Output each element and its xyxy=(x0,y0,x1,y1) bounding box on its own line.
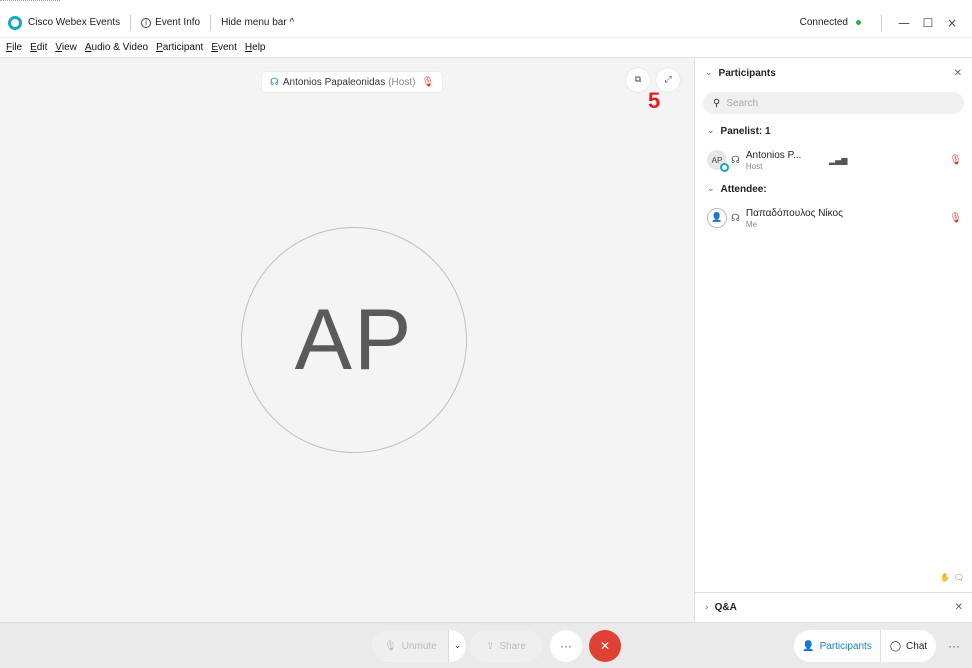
chevron-right-icon: › xyxy=(705,602,709,613)
avatar: 👤 xyxy=(707,208,727,228)
maximize-button[interactable]: ☐ xyxy=(916,16,940,30)
minimize-button[interactable]: — xyxy=(892,16,916,30)
menu-help[interactable]: Help xyxy=(245,42,266,53)
participants-panel: ⌄ Participants ✕ ⚲ ⌄ Panelist: 1 AP ☊ An… xyxy=(694,58,972,622)
pop-out-icon: ⤢ xyxy=(664,75,672,85)
chat-bubble-icon: ◯ xyxy=(889,640,902,652)
app-title: Cisco Webex Events xyxy=(28,17,121,28)
group-attendees[interactable]: ⌄ Attendee: xyxy=(695,178,972,200)
info-icon: i xyxy=(141,17,152,28)
share-button[interactable]: ⇪ Share xyxy=(470,630,542,662)
participants-label: Participants xyxy=(819,640,872,652)
group-panelists[interactable]: ⌄ Panelist: 1 xyxy=(695,120,972,142)
chevron-down-icon: ⌄ xyxy=(707,126,715,136)
title-bar: Cisco Webex Events i Event Info Hide men… xyxy=(0,8,972,38)
more-icon: ··· xyxy=(560,639,572,653)
hide-menu-bar-button[interactable]: Hide menu bar ^ xyxy=(221,17,294,28)
share-label: Share xyxy=(499,640,527,652)
headset-icon: ☊ xyxy=(270,76,279,88)
menu-bar: File Edit View Audio & Video Participant… xyxy=(0,38,972,58)
video-stage: ☊ Antonios Papaleonidas (Host) 🎙 ⧉ ⤢ AP xyxy=(0,58,694,622)
qa-title: Q&A xyxy=(714,602,737,613)
close-icon: ✕ xyxy=(599,639,611,653)
menu-view[interactable]: View xyxy=(55,42,77,53)
raise-hand-icon[interactable]: ✋ xyxy=(938,570,952,584)
qa-section-header[interactable]: › Q&A ✕ xyxy=(695,592,972,622)
panel-title: Participants xyxy=(718,67,776,79)
menu-file[interactable]: File xyxy=(6,42,22,53)
participant-role: Host xyxy=(745,161,763,171)
leave-meeting-button[interactable]: ✕ xyxy=(589,630,621,662)
more-options-button[interactable]: ··· xyxy=(550,630,582,662)
person-icon: 👤 xyxy=(711,213,723,223)
menu-audio-video[interactable]: Audio & Video xyxy=(85,42,148,53)
layout-button[interactable]: ⧉ xyxy=(626,68,650,92)
microphone-icon: 🎙 xyxy=(384,640,397,652)
close-panel-button[interactable]: ✕ xyxy=(954,68,962,79)
share-icon: ⇪ xyxy=(485,640,495,652)
connection-status: Connected xyxy=(799,17,848,28)
participant-name: Παπαδόπουλος Νίκος xyxy=(745,207,843,219)
participant-role: Me xyxy=(745,219,758,229)
muted-mic-icon: 🎙 xyxy=(421,76,435,88)
person-icon: 👤 xyxy=(802,640,815,652)
annotation-5: 5 xyxy=(648,88,661,113)
meeting-controls-bar: 🎙 Unmute ⌄ ⇪ Share ··· ✕ 👤 Participants … xyxy=(0,622,972,668)
unmute-button[interactable]: 🎙 Unmute ⌄ xyxy=(372,630,466,662)
chevron-down-icon: ⌄ xyxy=(705,68,713,78)
muted-mic-icon: 🎙 xyxy=(949,155,962,166)
menu-participant[interactable]: Participant xyxy=(156,42,203,53)
speaker-avatar: AP xyxy=(241,227,467,453)
close-qa-button[interactable]: ✕ xyxy=(955,602,963,613)
participants-panel-header[interactable]: ⌄ Participants ✕ xyxy=(695,58,972,88)
headset-icon: ☊ xyxy=(731,154,740,166)
panel-footer-actions: ✋ 🗨 xyxy=(938,570,966,584)
participant-search: ⚲ xyxy=(703,92,964,114)
search-icon: ⚲ xyxy=(713,97,721,109)
muted-mic-icon: 🎙 xyxy=(949,213,962,224)
reaction-icon[interactable]: 🗨 xyxy=(952,570,966,584)
chat-label: Chat xyxy=(906,640,928,652)
more-icon: ··· xyxy=(948,639,960,653)
active-speaker-label: ☊ Antonios Papaleonidas (Host) 🎙 xyxy=(262,72,443,92)
menu-event[interactable]: Event xyxy=(211,42,237,53)
speaker-role: (Host) xyxy=(388,76,416,88)
participant-name: Antonios P... xyxy=(745,149,802,161)
unmute-label: Unmute xyxy=(401,640,437,652)
more-panels-button[interactable]: ··· xyxy=(940,630,968,662)
chat-toggle-button[interactable]: ◯ Chat xyxy=(880,630,936,662)
event-info-button[interactable]: Event Info xyxy=(155,17,200,28)
menu-edit[interactable]: Edit xyxy=(30,42,47,53)
participants-toggle-button[interactable]: 👤 Participants xyxy=(794,630,880,662)
window-edge-marker xyxy=(0,0,60,3)
signal-strength-icon: ▂▄▆ xyxy=(829,156,848,165)
host-badge-icon xyxy=(720,163,729,172)
search-input[interactable] xyxy=(726,97,927,109)
avatar: AP xyxy=(707,150,729,172)
picture-in-picture-icon: ⧉ xyxy=(634,75,642,85)
close-window-button[interactable]: × xyxy=(940,16,964,30)
participant-row[interactable]: 👤 ☊ Παπαδόπουλος Νίκος Me 🎙 xyxy=(695,200,972,236)
participant-row[interactable]: AP ☊ Antonios P... Host ▂▄▆ 🎙 xyxy=(695,142,972,178)
webex-logo-icon xyxy=(8,15,22,30)
connected-dot-icon xyxy=(856,20,861,25)
headset-icon: ☊ xyxy=(731,212,740,224)
speaker-name: Antonios Papaleonidas xyxy=(282,76,386,88)
audio-options-dropdown[interactable]: ⌄ xyxy=(448,630,466,662)
chevron-down-icon: ⌄ xyxy=(707,184,715,194)
